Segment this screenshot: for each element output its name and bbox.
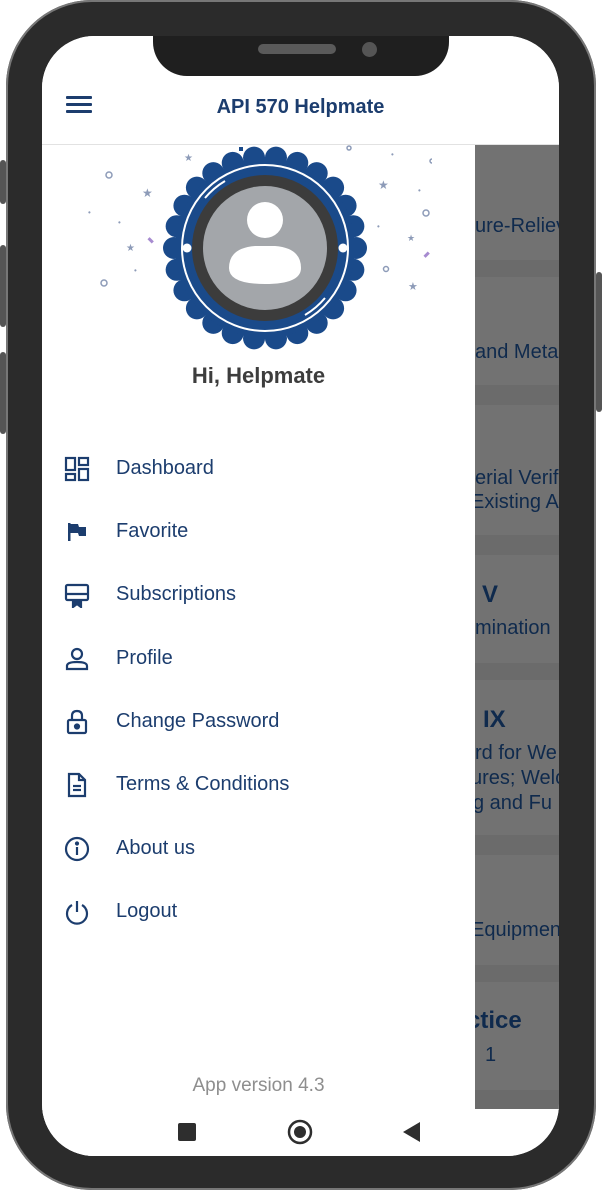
background-text: ure-Reliev — [475, 215, 559, 237]
nav-item-profile[interactable]: Profile — [42, 633, 475, 685]
phone-side-button-left-3 — [0, 352, 6, 434]
nav-item-change-password[interactable]: Change Password — [42, 696, 475, 748]
circle-home-icon[interactable] — [287, 1119, 313, 1145]
svg-text:•: • — [377, 222, 380, 231]
flag-icon — [68, 523, 86, 541]
background-card — [475, 277, 559, 385]
background-text: mination — [475, 617, 551, 639]
app-version-text: App version 4.3 — [192, 1075, 325, 1096]
nav-item-terms[interactable]: Terms & Conditions — [42, 759, 475, 811]
background-text: and Meta — [475, 341, 559, 363]
background-text: ures; Welc — [475, 767, 559, 789]
nav-item-favorite[interactable]: Favorite — [42, 506, 475, 558]
background-card — [475, 982, 559, 1090]
background-text: g and Fu — [475, 792, 552, 814]
nav-label-subscriptions: Subscriptions — [116, 583, 237, 605]
svg-text:★: ★ — [407, 233, 415, 243]
info-icon — [64, 836, 90, 862]
app-title: API 570 Helpmate — [216, 96, 385, 118]
square-recents-icon[interactable] — [174, 1119, 200, 1145]
svg-text:•: • — [418, 186, 421, 195]
subscriptions-icon — [64, 583, 90, 608]
nav-label-favorite: Favorite — [116, 520, 189, 542]
nav-item-dashboard[interactable]: Dashboard — [42, 443, 475, 495]
phone-side-button-left-1 — [0, 160, 6, 204]
svg-text:★: ★ — [378, 178, 389, 192]
greeting-text: Hi, Helpmate — [191, 363, 326, 388]
nav-label-about-us: About us — [116, 837, 195, 859]
svg-text:•: • — [134, 266, 137, 275]
phone-speaker — [258, 44, 336, 54]
background-text: erial Verif — [475, 467, 559, 489]
background-content: ure-Reliev and Meta erial Verif Existing… — [475, 145, 559, 1109]
system-navigation-bar — [42, 1109, 559, 1156]
phone-side-button-right — [596, 272, 602, 412]
nav-label-profile: Profile — [116, 647, 173, 669]
seal-badge-icon: ★ ★ ★ ★ ★ ★ • • • • • • — [88, 145, 432, 350]
navigation-drawer: ★ ★ ★ ★ ★ ★ • • • • • • Hi, Helpmate Das… — [42, 145, 475, 1156]
phone-camera — [362, 42, 377, 57]
background-heading: ctice — [475, 1007, 522, 1034]
document-icon — [67, 772, 87, 798]
power-icon — [65, 901, 89, 925]
nav-label-terms: Terms & Conditions — [116, 773, 290, 795]
background-heading: V — [482, 581, 499, 608]
phone-notch — [153, 36, 449, 76]
svg-text:•: • — [391, 150, 394, 159]
background-text: Existing A — [475, 491, 559, 513]
nav-label-dashboard: Dashboard — [116, 457, 214, 479]
person-icon — [65, 647, 89, 671]
svg-text:★: ★ — [142, 186, 153, 200]
background-card — [475, 555, 559, 663]
nav-item-subscriptions[interactable]: Subscriptions — [42, 569, 475, 621]
svg-text:★: ★ — [184, 153, 193, 164]
background-text: rd for We — [475, 742, 557, 764]
nav-item-about-us[interactable]: About us — [42, 823, 475, 875]
background-card — [475, 855, 559, 965]
svg-text:★: ★ — [126, 243, 135, 254]
phone-screen: ure-Reliev and Meta erial Verif Existing… — [42, 36, 559, 1156]
background-text: Equipmen — [475, 919, 559, 941]
nav-label-logout: Logout — [116, 900, 178, 922]
svg-text:•: • — [88, 208, 91, 217]
svg-text:•: • — [118, 218, 121, 227]
background-card — [475, 145, 559, 260]
nav-item-logout[interactable]: Logout — [42, 886, 475, 938]
dashboard-icon — [64, 456, 90, 482]
background-heading: IX — [483, 706, 506, 733]
svg-text:★: ★ — [408, 281, 418, 293]
triangle-back-icon[interactable] — [399, 1119, 425, 1145]
lock-icon — [66, 709, 88, 735]
background-text: 1 — [485, 1044, 497, 1066]
phone-side-button-left-2 — [0, 245, 6, 327]
nav-label-change-password: Change Password — [116, 710, 280, 732]
